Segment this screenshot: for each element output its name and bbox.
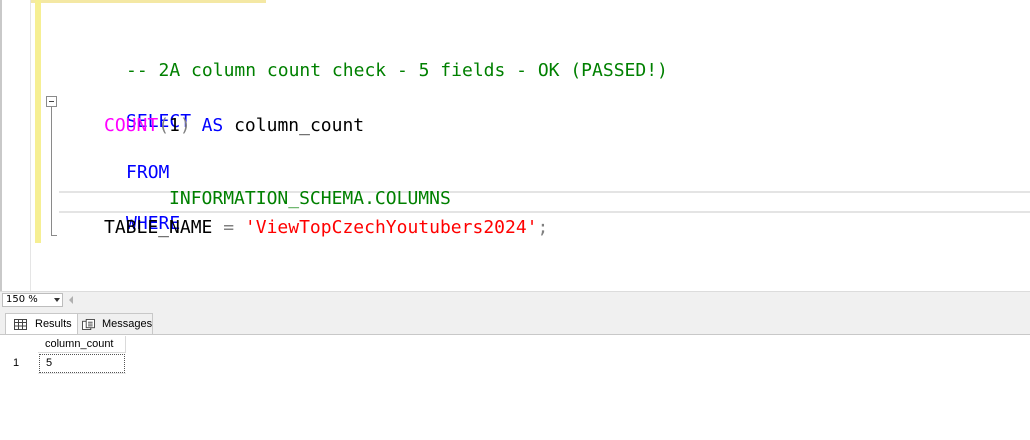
outline-region-end (51, 235, 57, 236)
collapse-region-icon[interactable] (46, 96, 57, 107)
messages-icon (82, 319, 95, 330)
horizontal-scrollbar[interactable] (78, 292, 1030, 308)
chevron-down-icon[interactable] (54, 298, 60, 302)
equals-operator: = (223, 217, 235, 238)
grid-cell[interactable]: 5 (39, 354, 125, 373)
grid-icon (14, 319, 27, 330)
editor-left-border (0, 0, 2, 291)
document-tab-indicator (30, 0, 266, 3)
close-paren: ) (179, 115, 191, 136)
column-alias: column_count (234, 115, 365, 136)
grid-row-line (38, 373, 126, 374)
system-view-name: INFORMATION_SCHEMA.COLUMNS (169, 188, 451, 209)
code-line-from: FROM (61, 140, 169, 183)
tab-messages-label: Messages (102, 318, 153, 330)
string-literal: 'ViewTopCzechYoutubers2024' (244, 217, 538, 238)
results-grid[interactable]: column_count 1 5 (0, 335, 1030, 440)
unsaved-changes-bar (35, 0, 41, 243)
code-line-count: COUNT(1) AS column_count (104, 115, 364, 137)
tab-results-label: Results (35, 318, 72, 330)
keyword-as: AS (201, 115, 224, 136)
column-header[interactable]: column_count (38, 336, 126, 353)
ssms-query-window: -- 2A column count check - 5 fields - OK… (0, 0, 1030, 440)
scroll-left-arrow-icon[interactable] (69, 296, 73, 304)
open-paren: ( (158, 115, 170, 136)
editor-status-strip: 150 % (0, 291, 1030, 308)
zoom-level-dropdown[interactable]: 150 % (2, 293, 63, 307)
number-literal: 1 (169, 115, 180, 136)
code-line-table: INFORMATION_SCHEMA.COLUMNS (104, 166, 451, 209)
outline-region-line (51, 107, 52, 236)
results-tab-bar: Results Messages (0, 308, 1030, 335)
sql-comment: -- 2A column count check - 5 fields - OK… (126, 60, 668, 81)
function-count: COUNT (104, 115, 159, 136)
semicolon: ; (537, 217, 549, 238)
tab-results[interactable]: Results (5, 313, 78, 335)
code-line-select: SELECT (61, 89, 191, 132)
column-table-name: TABLE_NAME (104, 217, 213, 238)
editor-margin-line (30, 0, 31, 291)
zoom-level-value: 150 % (6, 294, 38, 305)
code-line-comment: -- 2A column count check - 5 fields - OK… (61, 38, 668, 81)
row-number[interactable]: 1 (0, 353, 38, 373)
query-editor[interactable]: -- 2A column count check - 5 fields - OK… (0, 0, 1030, 291)
code-line-where: WHERE (61, 191, 180, 234)
code-line-condition: TABLE_NAME = 'ViewTopCzechYoutubers2024'… (104, 217, 548, 239)
tab-messages[interactable]: Messages (78, 313, 153, 335)
